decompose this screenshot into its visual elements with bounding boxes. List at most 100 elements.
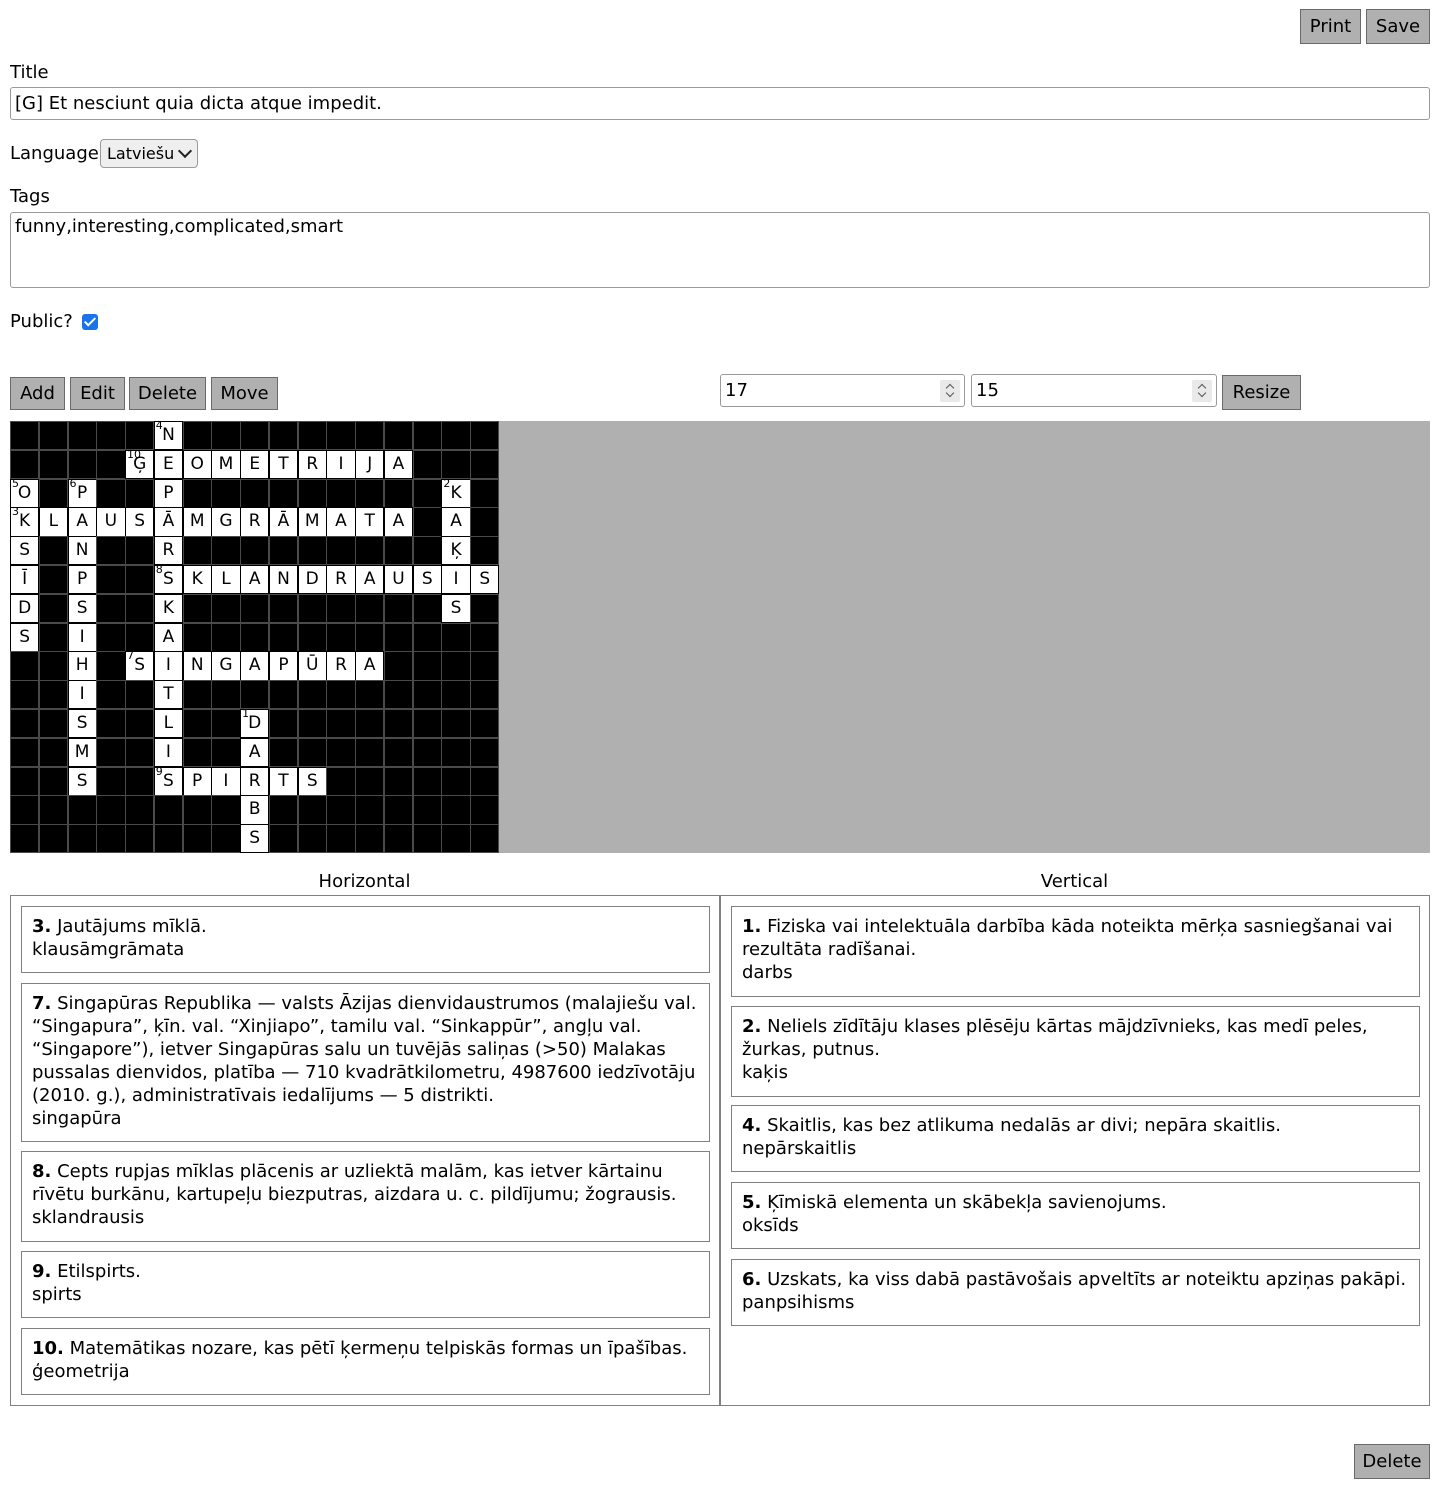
block-cell[interactable]: [441, 622, 471, 652]
block-cell[interactable]: [38, 824, 68, 854]
block-cell[interactable]: [297, 680, 327, 710]
block-cell[interactable]: [355, 709, 385, 739]
letter-cell[interactable]: T: [355, 507, 385, 537]
block-cell[interactable]: [326, 593, 356, 624]
block-cell[interactable]: [297, 824, 327, 854]
block-cell[interactable]: [125, 565, 155, 595]
letter-cell[interactable]: T: [268, 449, 299, 480]
block-cell[interactable]: [67, 449, 97, 480]
block-cell[interactable]: [182, 709, 212, 739]
clue-item[interactable]: 4. Skaitlis, kas bez atlikuma nedalās ar…: [731, 1105, 1420, 1172]
block-cell[interactable]: [125, 421, 155, 451]
block-cell[interactable]: [470, 709, 500, 739]
block-cell[interactable]: [326, 709, 356, 739]
letter-cell[interactable]: Ā: [153, 507, 184, 537]
block-cell[interactable]: [96, 824, 126, 854]
block-cell[interactable]: [412, 824, 442, 854]
block-cell[interactable]: [10, 680, 40, 710]
block-cell[interactable]: [470, 824, 500, 854]
block-cell[interactable]: [125, 622, 155, 652]
letter-cell[interactable]: L: [153, 709, 184, 739]
letter-cell[interactable]: D: [10, 593, 40, 624]
letter-cell[interactable]: S: [67, 766, 97, 796]
block-cell[interactable]: [125, 680, 155, 710]
letter-cell[interactable]: R: [240, 766, 270, 796]
block-cell[interactable]: [268, 737, 299, 768]
letter-cell[interactable]: L: [211, 565, 241, 595]
block-cell[interactable]: [326, 824, 356, 854]
block-cell[interactable]: [470, 622, 500, 652]
block-cell[interactable]: [355, 766, 385, 796]
block-cell[interactable]: [355, 680, 385, 710]
letter-cell[interactable]: A: [355, 651, 385, 681]
title-input[interactable]: [10, 87, 1430, 120]
block-cell[interactable]: [441, 709, 471, 739]
grid-width-input[interactable]: 17: [720, 374, 965, 407]
language-select[interactable]: Latviešu: [100, 139, 198, 168]
block-cell[interactable]: [182, 795, 212, 825]
clue-item[interactable]: 1. Fiziska vai intelektuāla darbība kāda…: [731, 906, 1420, 997]
block-cell[interactable]: [383, 737, 414, 768]
block-cell[interactable]: [383, 622, 414, 652]
letter-cell[interactable]: O: [182, 449, 212, 480]
block-cell[interactable]: [326, 536, 356, 566]
letter-cell[interactable]: 5O: [10, 478, 40, 508]
clue-item[interactable]: 9. Etilspirts. spirts: [21, 1251, 710, 1318]
clue-item[interactable]: 5. Ķīmiskā elementa un skābekļa savienoj…: [731, 1182, 1420, 1249]
block-cell[interactable]: [38, 421, 68, 451]
clue-item[interactable]: 8. Cepts rupjas mīklas plācenis ar uzlie…: [21, 1151, 710, 1242]
block-cell[interactable]: [38, 651, 68, 681]
letter-cell[interactable]: R: [153, 536, 184, 566]
edit-button[interactable]: Edit: [70, 377, 125, 410]
letter-cell[interactable]: P: [153, 478, 184, 508]
letter-cell[interactable]: R: [297, 449, 327, 480]
block-cell[interactable]: [38, 449, 68, 480]
block-cell[interactable]: [326, 766, 356, 796]
block-cell[interactable]: [38, 536, 68, 566]
block-cell[interactable]: [96, 795, 126, 825]
letter-cell[interactable]: M: [182, 507, 212, 537]
block-cell[interactable]: [125, 593, 155, 624]
block-cell[interactable]: [441, 651, 471, 681]
block-cell[interactable]: [125, 795, 155, 825]
block-cell[interactable]: [38, 766, 68, 796]
block-cell[interactable]: [240, 622, 270, 652]
block-cell[interactable]: [211, 824, 241, 854]
block-cell[interactable]: [297, 795, 327, 825]
block-cell[interactable]: [240, 593, 270, 624]
block-cell[interactable]: [297, 622, 327, 652]
letter-cell[interactable]: U: [383, 565, 414, 595]
letter-cell[interactable]: I: [153, 737, 184, 768]
block-cell[interactable]: [412, 795, 442, 825]
letter-cell[interactable]: 3K: [10, 506, 40, 537]
crossword-grid[interactable]: 4 N 10 Ģ E O M E T R I J A 5 O 6 P P 2 K 3 K L A U S Ā M G R Ā M A T A A S N R…: [10, 420, 500, 854]
block-cell[interactable]: [211, 795, 241, 825]
block-cell[interactable]: [412, 709, 442, 739]
letter-cell[interactable]: R: [326, 651, 356, 681]
block-cell[interactable]: [125, 478, 155, 508]
block-cell[interactable]: [470, 449, 500, 480]
block-cell[interactable]: [96, 680, 126, 710]
letter-cell[interactable]: Ū: [297, 651, 327, 681]
letter-cell[interactable]: E: [240, 449, 270, 480]
block-cell[interactable]: [268, 536, 299, 566]
clue-item[interactable]: 7. Singapūras Republika — valsts Āzijas …: [21, 983, 710, 1142]
block-cell[interactable]: [38, 622, 68, 652]
grid-height-input[interactable]: 15: [971, 374, 1217, 407]
stepper-icon[interactable]: [940, 380, 960, 402]
block-cell[interactable]: [125, 824, 155, 854]
block-cell[interactable]: [38, 593, 68, 624]
block-cell[interactable]: [470, 651, 500, 681]
clue-item[interactable]: 2. Neliels zīdītāju klases plēsēju kārta…: [731, 1006, 1420, 1097]
letter-cell[interactable]: S: [441, 593, 471, 624]
block-cell[interactable]: [441, 795, 471, 825]
letter-cell[interactable]: S: [125, 507, 155, 537]
block-cell[interactable]: [67, 824, 97, 854]
block-cell[interactable]: [470, 536, 500, 566]
block-cell[interactable]: [355, 478, 385, 508]
letter-cell[interactable]: M: [297, 507, 327, 537]
letter-cell[interactable]: K: [182, 565, 212, 595]
block-cell[interactable]: [10, 449, 40, 480]
block-cell[interactable]: [297, 709, 327, 739]
clue-item[interactable]: 6. Uzskats, ka viss dabā pastāvošais apv…: [731, 1259, 1420, 1326]
